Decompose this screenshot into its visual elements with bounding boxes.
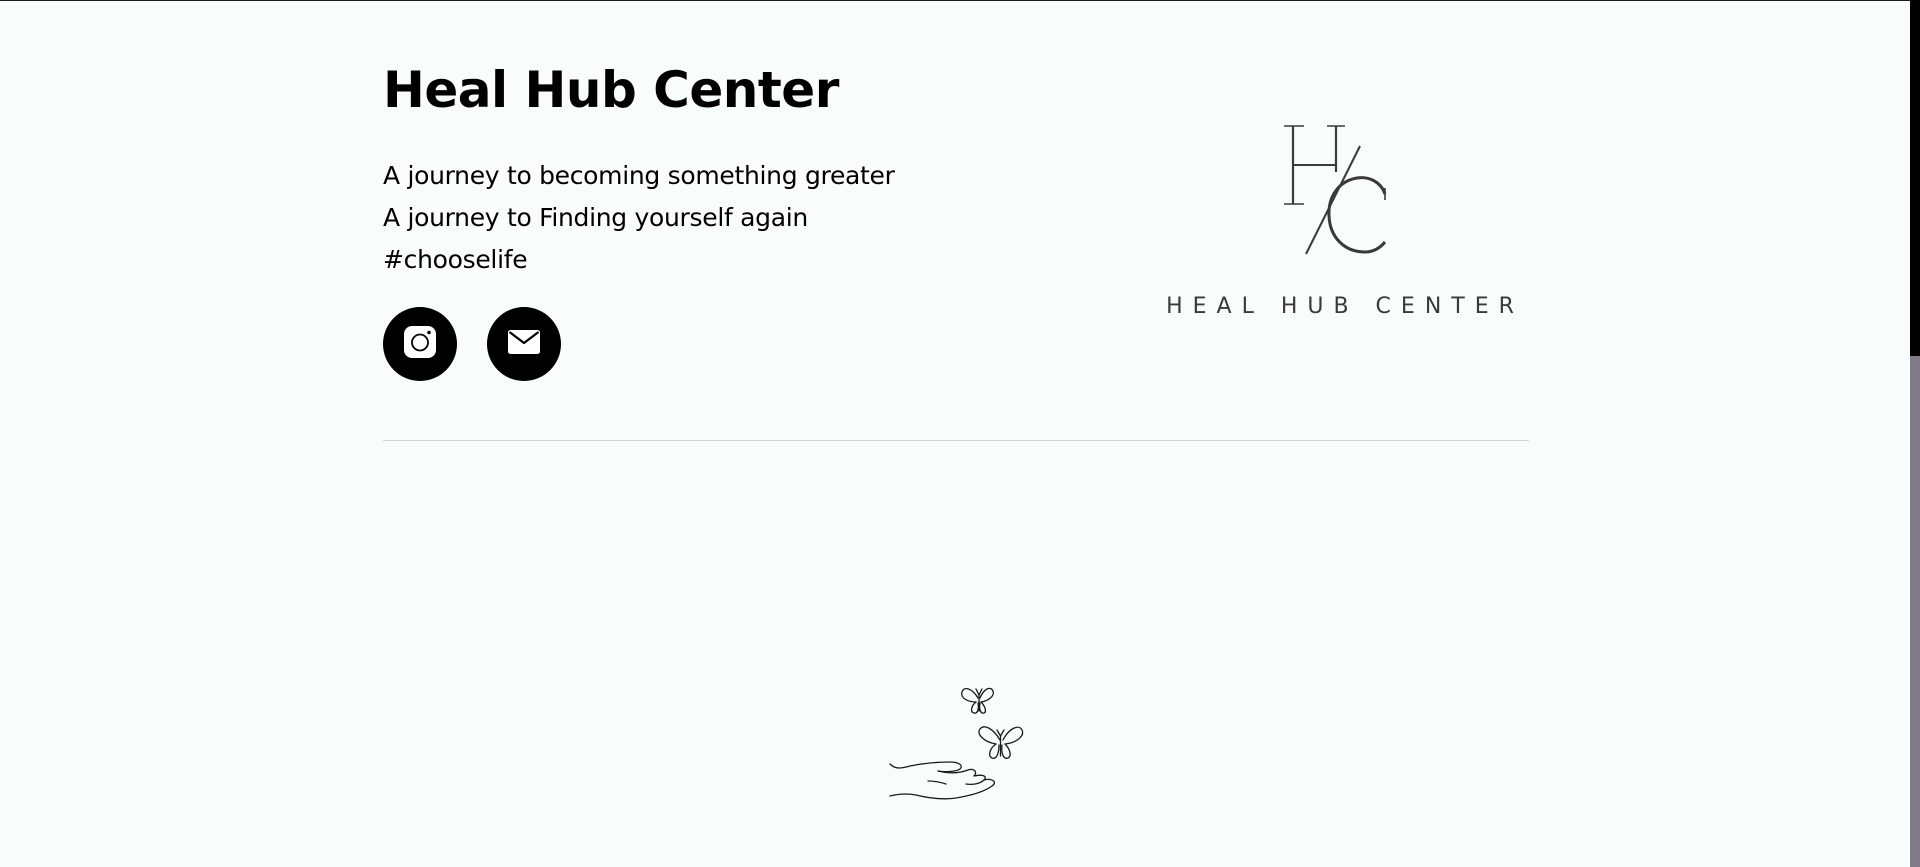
tagline: A journey to becoming something greater … — [383, 155, 895, 281]
tagline-line-3: #chooselife — [383, 245, 528, 274]
brand-logo: HEAL HUB CENTER — [1159, 118, 1531, 328]
email-button[interactable] — [487, 307, 561, 381]
tagline-line-2: A journey to Finding yourself again — [383, 203, 808, 232]
section-divider — [383, 440, 1529, 441]
scrollbar-thumb[interactable] — [1910, 356, 1920, 867]
logo-wordmark: HEAL HUB CENTER — [1166, 294, 1524, 319]
mail-icon — [507, 329, 541, 359]
social-links — [383, 307, 561, 381]
scrollbar-track[interactable] — [1910, 0, 1920, 867]
instagram-icon — [402, 324, 438, 364]
tagline-line-1: A journey to becoming something greater — [383, 161, 895, 190]
site-title: Heal Hub Center — [383, 61, 839, 119]
page: Heal Hub Center A journey to becoming so… — [0, 0, 1910, 867]
hand-butterflies-icon — [888, 678, 1028, 808]
instagram-button[interactable] — [383, 307, 457, 381]
